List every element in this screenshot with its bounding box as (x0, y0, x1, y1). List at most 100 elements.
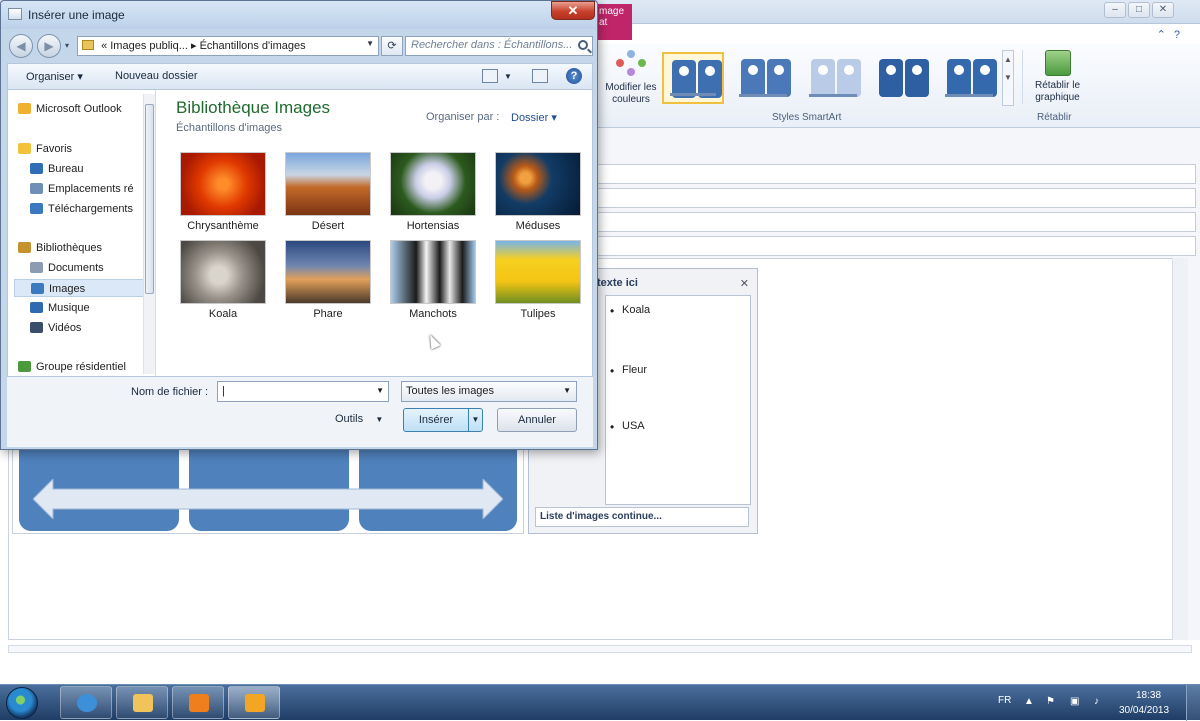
nav-item-label: Bibliothèques (36, 242, 103, 254)
style-thumb-1[interactable] (662, 52, 724, 104)
nav-item-music[interactable]: Musique (28, 299, 148, 317)
clock-date[interactable]: 30/04/2013 (1119, 705, 1169, 716)
cancel-button[interactable]: Annuler (497, 408, 577, 432)
smartart-context-tab[interactable]: mage at (596, 4, 632, 40)
image-thumbnail[interactable]: Méduses (493, 152, 583, 236)
chevron-down-icon[interactable]: ▼ (366, 39, 374, 48)
filename-input[interactable]: | ▼ (217, 381, 389, 402)
file-list: Bibliothèque Images Échantillons d'image… (158, 90, 592, 376)
taskbar-outlook[interactable] (228, 686, 280, 719)
nav-item-recent-places[interactable]: Emplacements ré (28, 180, 148, 198)
nav-item-label: Emplacements ré (48, 183, 134, 195)
gallery-scroll-buttons[interactable]: ▲ ▼ (1002, 50, 1014, 106)
taskbar-internet-explorer[interactable] (60, 686, 112, 719)
navigation-pane-scrollbar[interactable] (143, 94, 155, 374)
nav-item-pictures[interactable]: Images (14, 279, 148, 297)
image-thumbnail[interactable]: Tulipes (493, 240, 583, 324)
help-icon[interactable]: ? (566, 68, 582, 84)
smartart-context-tab-label: mage at (599, 6, 625, 28)
taskbar-media-player[interactable] (172, 686, 224, 719)
minimize-button[interactable]: – (1104, 2, 1126, 18)
to-field[interactable] (596, 164, 1196, 184)
text-pane-item[interactable]: USA (610, 420, 644, 434)
search-input[interactable]: Rechercher dans : Échantillons... (405, 36, 593, 56)
image-thumbnail[interactable]: Hortensias (388, 152, 478, 236)
smartart-styles-gallery[interactable] (662, 48, 1008, 108)
close-icon[interactable]: ✕ (740, 277, 749, 290)
reset-graphic-icon (1044, 50, 1071, 76)
maximize-button[interactable]: □ (1128, 2, 1150, 18)
show-hidden-icons-icon[interactable]: ▲ (1024, 696, 1036, 708)
text-pane-list[interactable]: Koala Fleur USA (605, 295, 751, 505)
image-thumbnail[interactable]: Phare (283, 240, 373, 324)
back-button[interactable]: ◀ (9, 34, 33, 58)
clock-time[interactable]: 18:38 (1136, 690, 1161, 701)
language-indicator[interactable]: FR (998, 695, 1011, 706)
recent-places-icon (30, 183, 43, 194)
address-segment-1[interactable]: Images publiq... (110, 40, 188, 52)
nav-item-desktop[interactable]: Bureau (28, 160, 148, 178)
dialog-close-button[interactable]: ✕ (551, 1, 595, 20)
subject-field[interactable] (596, 236, 1196, 256)
organize-button[interactable]: Organiser ▾ (26, 70, 83, 83)
address-segment-2[interactable]: Échantillons d'images (200, 40, 306, 52)
close-window-button[interactable]: ✕ (1152, 2, 1174, 18)
forward-button[interactable]: ▶ (37, 34, 61, 58)
text-pane-item[interactable]: Fleur (610, 364, 647, 378)
address-separator[interactable]: ▸ (191, 40, 197, 52)
change-view-icon[interactable] (482, 69, 498, 83)
desktop-icon (30, 163, 43, 174)
thumbnail-caption: Tulipes (520, 308, 556, 320)
dialog-navigation-bar: ◀ ▶ ▾ « Images publiq... ▸ Échantillons … (7, 31, 593, 61)
network-icon[interactable]: ▣ (1070, 696, 1082, 708)
nav-item-favorites[interactable]: Favoris (16, 140, 148, 158)
nav-item-homegroup[interactable]: Groupe résidentiel (16, 358, 148, 376)
style-thumb-4[interactable] (870, 52, 932, 104)
style-thumb-3[interactable] (802, 52, 864, 104)
nav-item-libraries[interactable]: Bibliothèques (16, 239, 148, 257)
image-thumbnail[interactable]: Manchots (388, 240, 478, 324)
view-options-dropdown[interactable]: ▼ (504, 72, 512, 81)
cc-field[interactable] (596, 188, 1196, 208)
search-icon[interactable] (578, 40, 588, 50)
taskbar: FR ▲ ⚑ ▣ ♪ 18:38 30/04/2013 (0, 684, 1200, 721)
image-thumbnail[interactable]: Koala (178, 240, 268, 324)
scrollbar-thumb[interactable] (145, 104, 154, 294)
file-type-select[interactable]: Toutes les images ▼ (401, 381, 577, 402)
recent-locations-icon[interactable]: ▾ (65, 41, 69, 50)
nav-item-microsoft-outlook[interactable]: Microsoft Outlook (16, 100, 148, 118)
text-pane-item[interactable]: Koala (610, 304, 650, 318)
outlook-icon (18, 103, 31, 114)
bcc-field[interactable] (596, 212, 1196, 232)
insert-button[interactable]: Insérer ▼ (403, 408, 483, 432)
style-thumb-5[interactable] (938, 52, 1000, 104)
tools-button[interactable]: Outils ▼ (335, 413, 383, 425)
ribbon-help-icons[interactable]: ⌃? (1157, 28, 1188, 41)
preview-pane-icon[interactable] (532, 69, 548, 83)
insert-label: Insérer (418, 414, 454, 426)
nav-item-documents[interactable]: Documents (28, 259, 148, 277)
volume-icon[interactable]: ♪ (1094, 696, 1106, 708)
chevron-down-icon[interactable]: ▼ (376, 386, 384, 395)
start-button[interactable] (6, 687, 38, 719)
folder-icon (82, 40, 94, 50)
insert-options-dropdown[interactable]: ▼ (468, 409, 482, 431)
action-center-flag-icon[interactable]: ⚑ (1046, 696, 1058, 708)
thumbnail-image (285, 240, 371, 304)
address-bar[interactable]: « Images publiq... ▸ Échantillons d'imag… (77, 36, 379, 56)
style-thumb-2[interactable] (732, 52, 794, 104)
dialog-titlebar[interactable]: Insérer une image ✕ (1, 1, 597, 29)
show-desktop-button[interactable] (1186, 685, 1200, 721)
image-thumbnail[interactable]: Désert (283, 152, 373, 236)
tools-label: Outils (335, 413, 364, 425)
taskbar-file-explorer[interactable] (116, 686, 168, 719)
arrange-by-dropdown[interactable]: Dossier ▾ (511, 111, 557, 124)
nav-item-downloads[interactable]: Téléchargements (28, 200, 148, 218)
nav-item-videos[interactable]: Vidéos (28, 319, 148, 337)
image-thumbnail[interactable]: Chrysanthème (178, 152, 268, 236)
message-body-scrollbar[interactable] (1172, 258, 1188, 640)
refresh-button[interactable]: ⟳ (381, 36, 403, 56)
reset-graphic-button[interactable]: Rétablir le graphique (1022, 50, 1088, 104)
change-colors-button[interactable]: Modifier les couleurs (600, 50, 662, 106)
new-folder-button[interactable]: Nouveau dossier (115, 70, 198, 82)
